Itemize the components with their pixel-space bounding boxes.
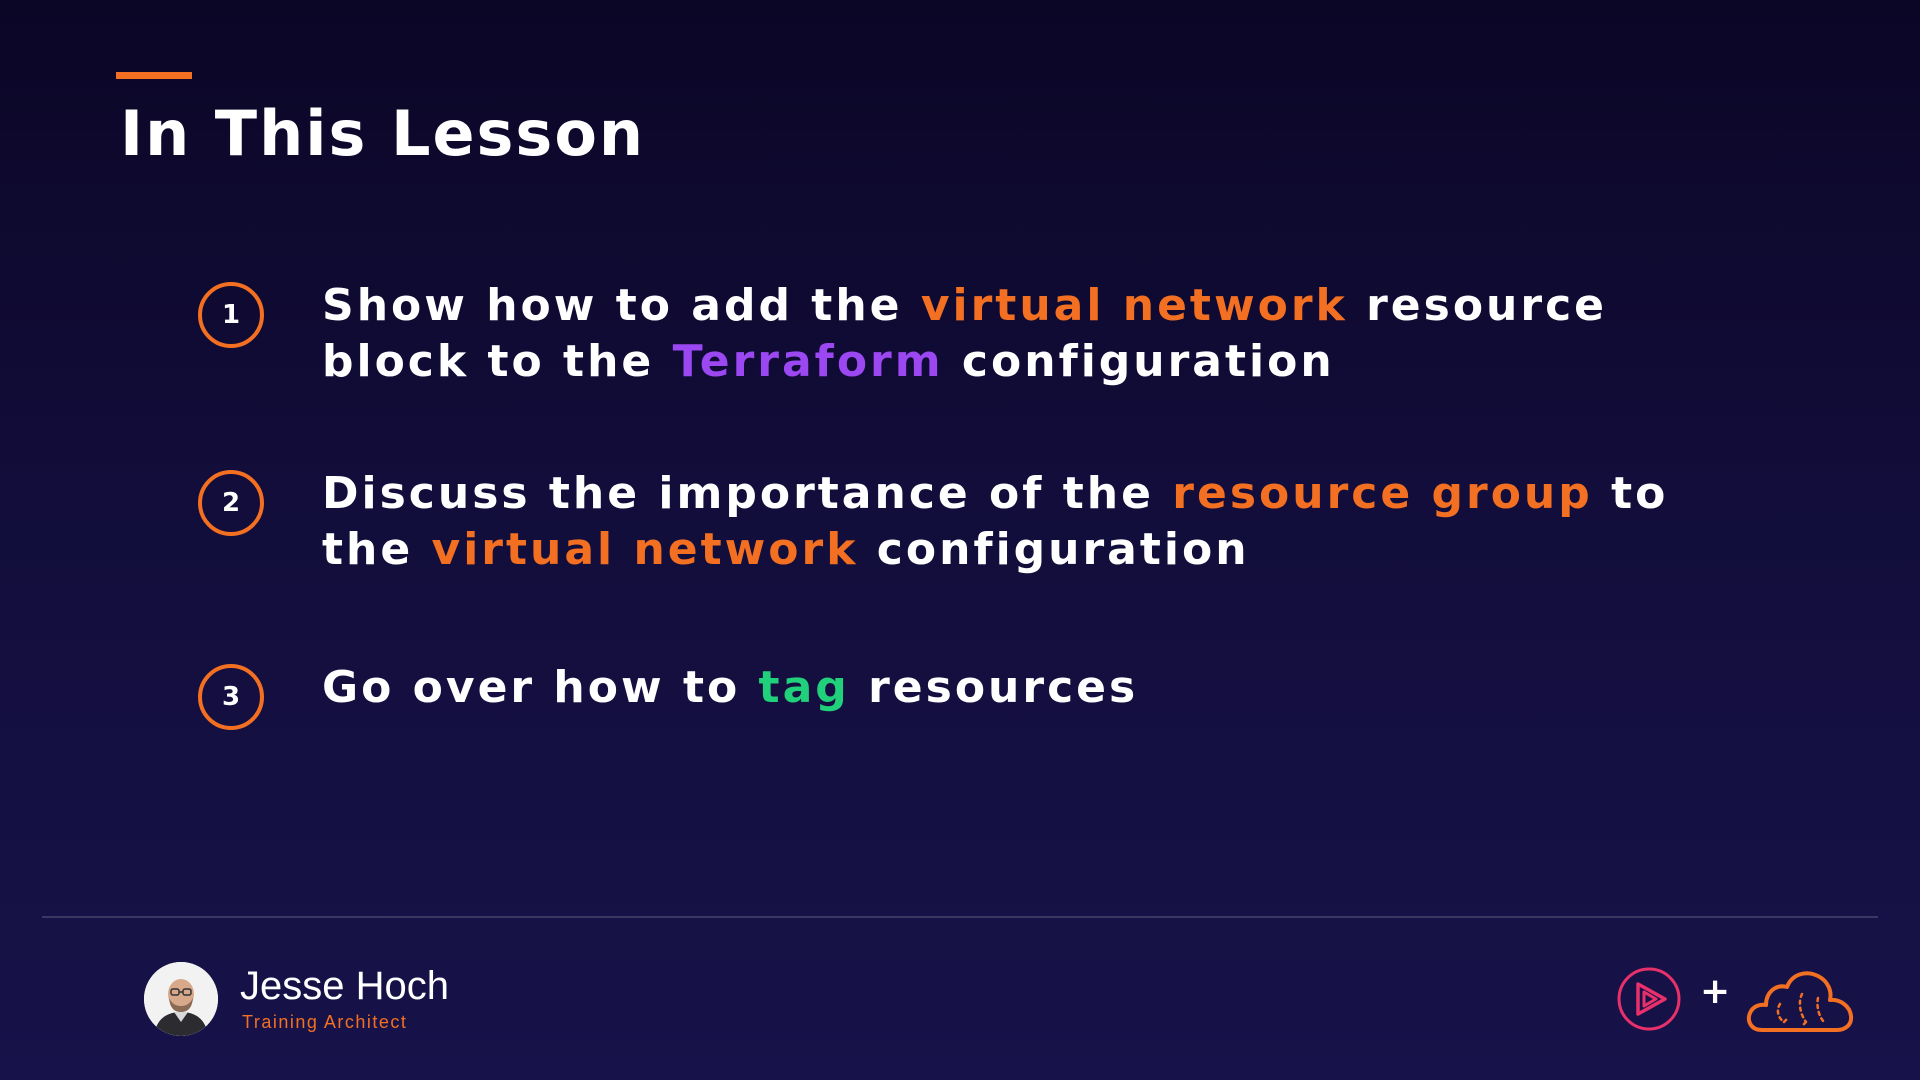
objective-text: Go over how to tag resources: [322, 660, 1762, 716]
title-accent-bar: [116, 72, 192, 79]
objective-highlight-virtual-network: virtual network: [920, 280, 1348, 331]
objective-number-badge: 2: [198, 470, 264, 536]
presenter-name: Jesse Hoch: [240, 964, 449, 1008]
objective-text-segment: Discuss the importance of the: [322, 468, 1173, 519]
objective-text-segment: Go over how to: [322, 662, 759, 713]
brand-logos: +: [1616, 964, 1856, 1036]
objective-text: Discuss the importance of the resource g…: [322, 466, 1762, 578]
avatar-portrait-icon: [144, 962, 218, 1036]
objective-text-segment: Show how to add the: [322, 280, 921, 331]
objective-highlight-terraform: Terraform: [672, 336, 944, 387]
objective-text-segment: configuration: [943, 336, 1335, 387]
presenter-avatar: [144, 962, 218, 1036]
objective-text-segment: configuration: [858, 524, 1250, 575]
objective-number-badge: 3: [198, 664, 264, 730]
objective-highlight-tag: tag: [758, 662, 850, 713]
play-logo-icon: [1617, 967, 1681, 1031]
objective-text-segment: resources: [849, 662, 1139, 713]
cloud-logo-icon: [1746, 971, 1854, 1032]
presenter-role: Training Architect: [242, 1012, 408, 1032]
objective-number-badge: 1: [198, 282, 264, 348]
footer-divider: [42, 916, 1878, 918]
objective-highlight-virtual-network: virtual network: [431, 524, 859, 575]
plus-sign: +: [1700, 971, 1731, 1012]
objective-text: Show how to add the virtual network reso…: [322, 278, 1762, 390]
objective-highlight-resource-group: resource group: [1172, 468, 1593, 519]
lesson-slide: In This Lesson 1 Show how to add the vir…: [0, 0, 1920, 1080]
slide-title: In This Lesson: [120, 97, 646, 170]
